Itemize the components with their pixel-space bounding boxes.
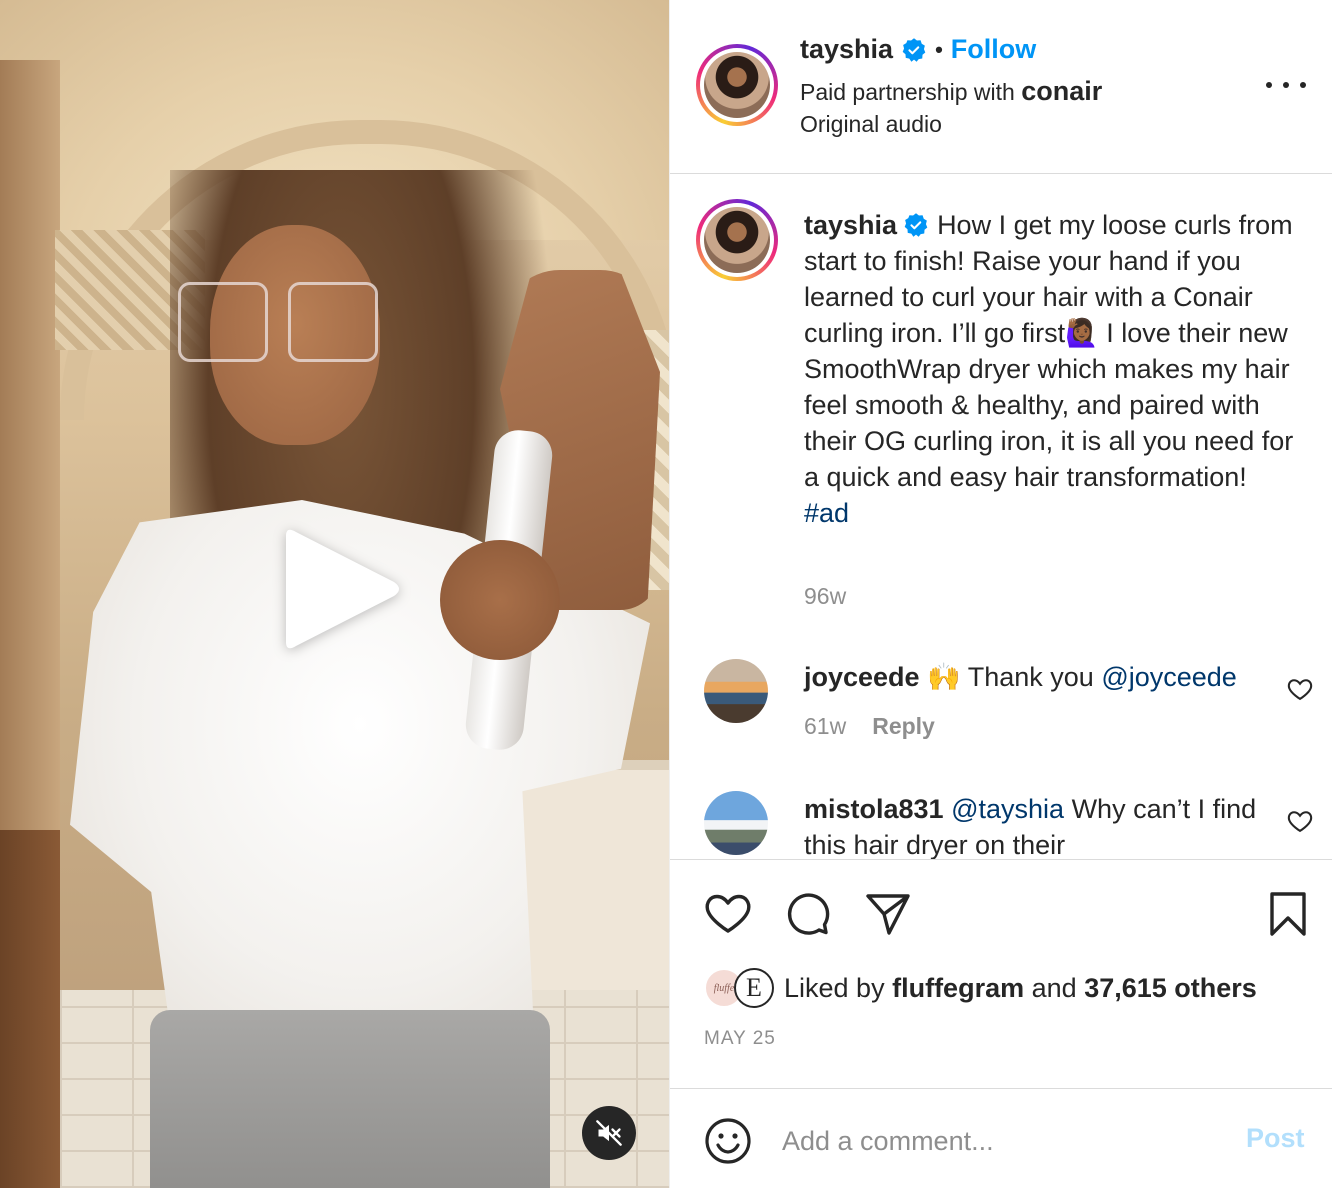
post-details-panel: tayshia • Follow Paid partnership with c…: [669, 0, 1332, 1188]
comment-body: joyceede 🙌 Thank you @joyceede: [804, 659, 1274, 695]
likes-prefix: Liked by: [784, 972, 885, 1003]
comment-input[interactable]: [782, 1119, 1212, 1163]
avatar[interactable]: [696, 199, 778, 281]
verified-badge-icon: [902, 37, 926, 62]
likes-and: and: [1031, 972, 1077, 1003]
post-date[interactable]: MAY 25: [704, 1028, 776, 1050]
smiley-icon[interactable]: [704, 1117, 752, 1165]
comments-list[interactable]: tayshia How I get my loose curls from st…: [670, 175, 1332, 860]
separator-dot: •: [935, 36, 943, 62]
comment-text: 🙌 Thank you: [927, 662, 1094, 692]
heart-icon[interactable]: [704, 890, 752, 938]
hashtag-link[interactable]: #ad: [804, 498, 849, 528]
audio-link[interactable]: Original audio: [800, 111, 942, 138]
comment-username[interactable]: mistola831: [804, 794, 944, 824]
video-frame-glasses: [178, 282, 388, 372]
heart-icon[interactable]: [1286, 807, 1314, 835]
comment-timestamp[interactable]: 61w: [804, 713, 846, 740]
follow-button[interactable]: Follow: [951, 34, 1036, 65]
paid-partnership-label: Paid partnership with conair: [800, 76, 1102, 107]
comment-bubble-icon[interactable]: [784, 890, 832, 938]
caption-text: How I get my loose curls from start to f…: [804, 210, 1294, 492]
caption-username[interactable]: tayshia: [804, 210, 897, 240]
avatar[interactable]: [696, 44, 778, 126]
video-frame-wall: [0, 60, 60, 960]
reply-button[interactable]: Reply: [872, 713, 935, 740]
video-frame-cabinet: [0, 830, 60, 1188]
comment-meta: 61w Reply: [804, 713, 935, 740]
comment-mention[interactable]: @tayshia: [951, 794, 1064, 824]
header-title-row: tayshia • Follow: [800, 34, 1036, 65]
post-button[interactable]: Post: [1246, 1123, 1305, 1154]
more-horizontal-icon[interactable]: [1266, 70, 1306, 100]
heart-icon[interactable]: [1286, 675, 1314, 703]
avatar[interactable]: [704, 659, 768, 723]
comment-mention[interactable]: @joyceede: [1101, 662, 1237, 692]
add-comment-bar: Post: [670, 1088, 1332, 1188]
partner-link[interactable]: conair: [1021, 76, 1102, 106]
verified-badge-icon: [904, 213, 928, 237]
paper-plane-icon[interactable]: [864, 890, 912, 938]
liker-username[interactable]: fluffegram: [892, 973, 1024, 1003]
avatar[interactable]: E: [734, 968, 774, 1008]
post-caption: tayshia How I get my loose curls from st…: [804, 207, 1304, 531]
avatar[interactable]: [704, 791, 768, 855]
likes-count[interactable]: 37,615 others: [1084, 973, 1257, 1003]
action-bar: [670, 880, 1332, 950]
comment-body: mistola831 @tayshia Why can’t I find thi…: [804, 791, 1274, 859]
play-icon[interactable]: [276, 524, 406, 654]
likes-text: Liked by fluffegram and 37,615 others: [784, 973, 1257, 1004]
caption-timestamp[interactable]: 96w: [804, 583, 846, 610]
post-video[interactable]: [0, 0, 669, 1188]
video-frame-hand: [440, 540, 560, 660]
author-username[interactable]: tayshia: [800, 34, 893, 65]
bookmark-icon[interactable]: [1264, 890, 1312, 938]
comment-username[interactable]: joyceede: [804, 662, 920, 692]
muted-speaker-icon[interactable]: [582, 1106, 636, 1160]
partnership-prefix: Paid partnership with: [800, 79, 1015, 105]
video-frame-pants: [150, 1010, 550, 1188]
post-header: tayshia • Follow Paid partnership with c…: [670, 0, 1332, 174]
likes-summary[interactable]: fluffe E Liked by fluffegram and 37,615 …: [704, 968, 1257, 1008]
